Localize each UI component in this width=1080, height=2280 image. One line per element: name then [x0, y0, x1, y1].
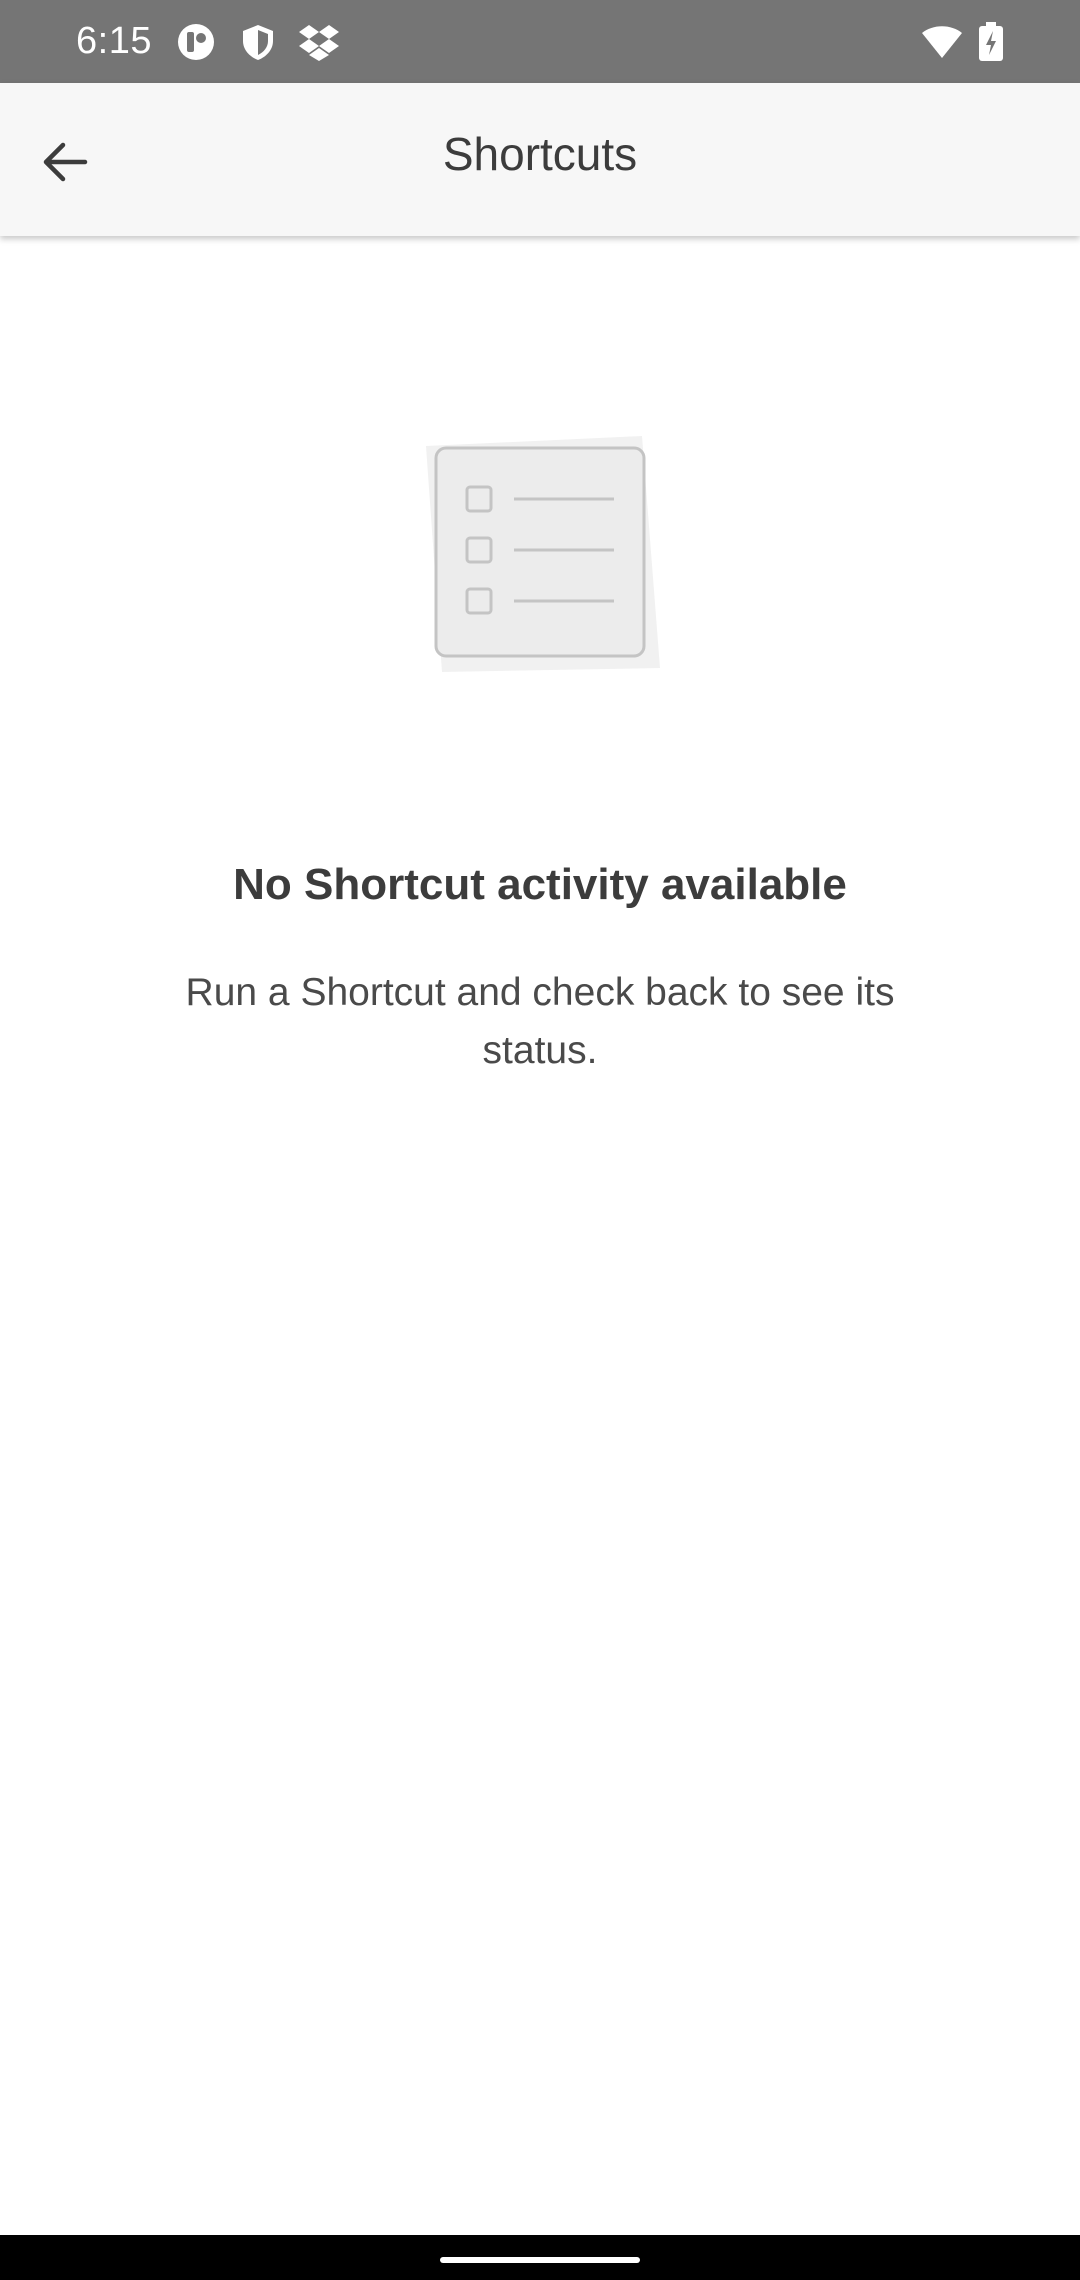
dropbox-icon [298, 22, 339, 62]
app-bar: Shortcuts [0, 83, 1080, 236]
battery-charging-icon [978, 22, 1004, 62]
app-notification-icon [176, 22, 216, 62]
home-gesture-handle[interactable] [440, 2257, 640, 2263]
page-title: Shortcuts [442, 128, 638, 180]
checklist-document-icon [420, 432, 660, 672]
shield-icon [238, 22, 278, 62]
empty-state-title: No Shortcut activity available [233, 860, 847, 909]
empty-state: No Shortcut activity available Run a Sho… [0, 236, 1080, 2235]
wifi-icon [920, 22, 962, 62]
empty-state-description: Run a Shortcut and check back to see its… [185, 971, 895, 1072]
status-time: 6:15 [76, 20, 152, 62]
navigation-bar [0, 2235, 1080, 2280]
status-bar: 6:15 [0, 0, 1080, 83]
